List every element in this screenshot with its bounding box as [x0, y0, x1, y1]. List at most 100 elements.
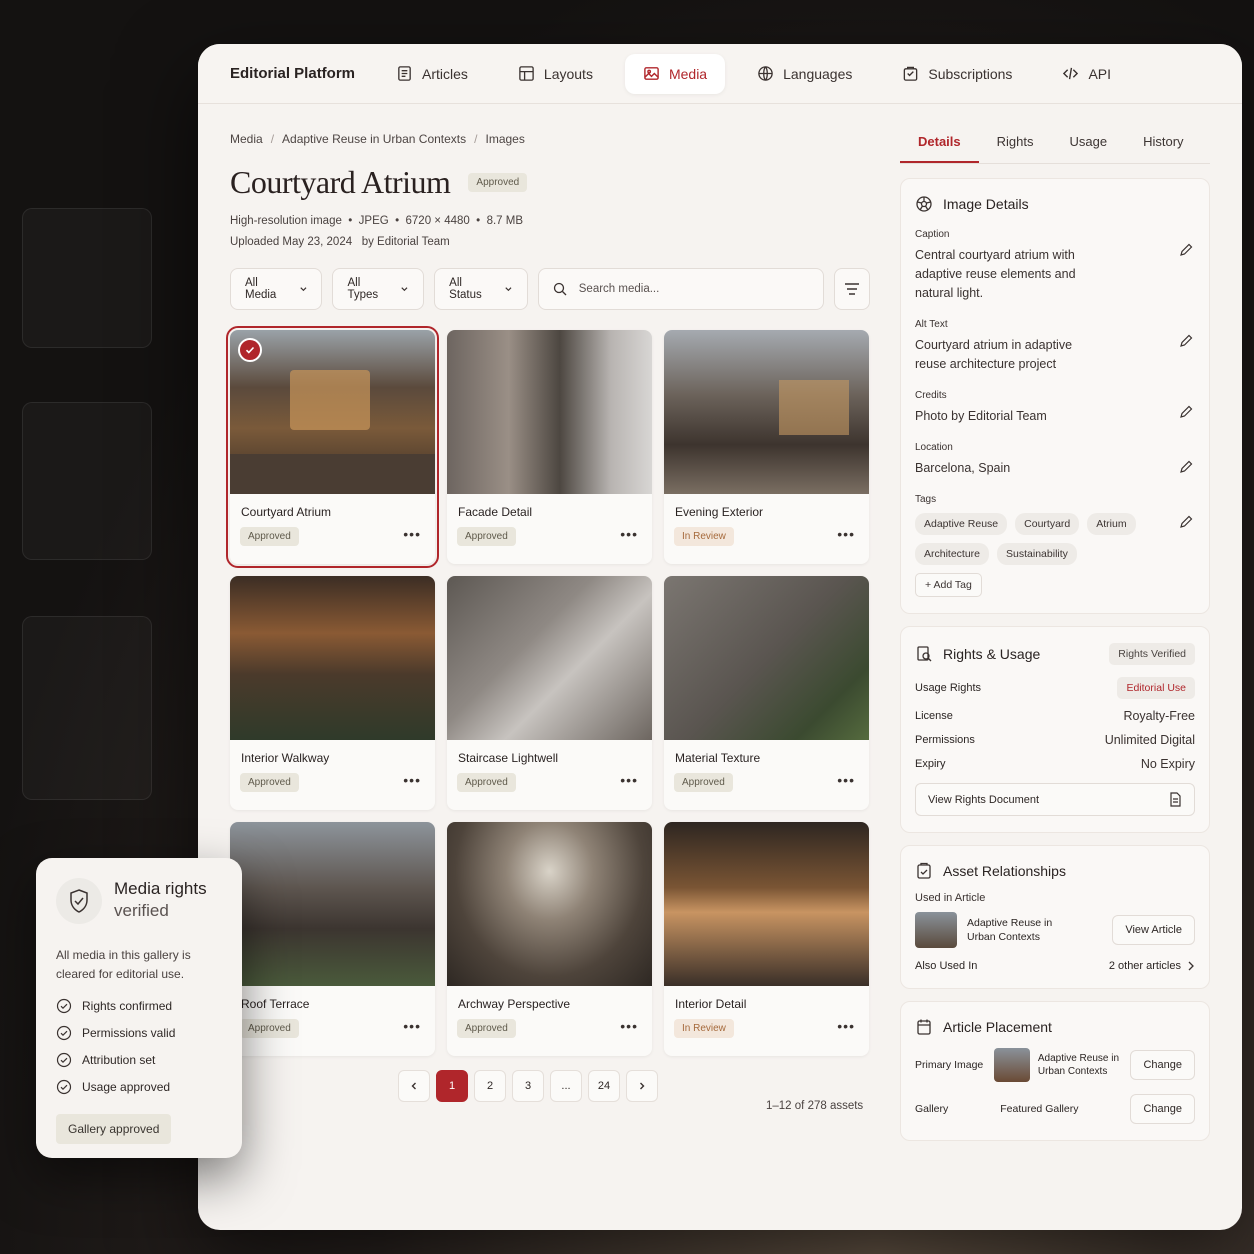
search-input[interactable]: Search media... [537, 268, 824, 310]
change-gallery-button[interactable]: Change [1130, 1094, 1195, 1124]
edit-caption-icon[interactable] [1179, 243, 1193, 257]
asset-relationships-panel: Asset Relationships Used in Article Adap… [900, 845, 1210, 989]
tag-chip[interactable]: Atrium [1087, 513, 1136, 535]
credits-label: Credits [915, 390, 947, 401]
checklist-label: Permissions valid [82, 1026, 176, 1040]
background-panel [22, 208, 152, 348]
status-badge: In Review [674, 527, 734, 546]
prev-page-button[interactable] [398, 1070, 430, 1102]
other-articles-text: 2 other articles [1108, 960, 1181, 972]
tag-chip[interactable]: Sustainability [997, 543, 1077, 565]
media-thumbnail [230, 576, 435, 740]
alt-text-label: Alt Text [915, 319, 948, 330]
more-options-icon[interactable]: ••• [620, 526, 638, 542]
more-options-icon[interactable]: ••• [403, 772, 421, 788]
tag-chip[interactable]: Adaptive Reuse [915, 513, 1008, 535]
media-card[interactable]: Interior Walkway Approved ••• [230, 576, 435, 810]
media-card[interactable]: Roof Terrace Approved ••• [230, 822, 435, 1056]
chevron-left-icon [411, 1082, 416, 1090]
check-circle-icon [56, 1052, 72, 1068]
media-card[interactable]: Material Texture Approved ••• [664, 576, 869, 810]
tab-history[interactable]: History [1125, 132, 1201, 163]
checklist-label: Usage approved [82, 1080, 171, 1094]
page-button[interactable]: 24 [588, 1070, 620, 1102]
other-articles-link[interactable]: 2 other articles [1109, 960, 1195, 972]
tag-chip[interactable]: Courtyard [1015, 513, 1080, 535]
rights-usage-panel: Rights & Usage Rights Verified Usage Rig… [900, 626, 1210, 833]
nav-articles[interactable]: Articles [378, 54, 486, 94]
tab-details[interactable]: Details [900, 132, 979, 163]
tags-label: Tags [915, 494, 937, 505]
edit-location-icon[interactable] [1179, 460, 1193, 474]
more-options-icon[interactable]: ••• [837, 526, 855, 542]
floater-subtitle: verified [114, 901, 169, 920]
gallery-approved-button[interactable]: Gallery approved [56, 1114, 172, 1144]
view-article-button[interactable]: View Article [1112, 915, 1195, 945]
media-card[interactable]: Staircase Lightwell Approved ••• [447, 576, 652, 810]
types-filter-dropdown[interactable]: All Types [332, 268, 425, 310]
status-filter-dropdown[interactable]: All Status [434, 268, 528, 310]
view-rights-document-button[interactable]: View Rights Document [915, 783, 1195, 816]
articles-icon [398, 66, 411, 81]
nav-layouts[interactable]: Layouts [500, 54, 611, 94]
more-options-icon[interactable]: ••• [403, 1018, 421, 1034]
card-title: Interior Detail [675, 997, 747, 1011]
media-card[interactable]: Interior Detail In Review ••• [664, 822, 869, 1056]
selected-check-icon [238, 338, 262, 362]
breadcrumb-link[interactable]: Adaptive Reuse in Urban Contexts [282, 132, 466, 146]
page-button[interactable]: 2 [474, 1070, 506, 1102]
button-label: View Rights Document [928, 793, 1040, 806]
status-badge: In Review [674, 1019, 734, 1038]
nav-label: Subscriptions [928, 65, 1013, 82]
verification-checklist: Rights confirmed Permissions valid Attri… [56, 998, 222, 1095]
expiry-label: Expiry [915, 758, 946, 770]
page-ellipsis: ... [550, 1070, 582, 1102]
tag-chip[interactable]: Architecture [915, 543, 990, 565]
tab-rights[interactable]: Rights [979, 132, 1052, 163]
license-label: License [915, 710, 953, 722]
next-page-button[interactable] [626, 1070, 658, 1102]
more-options-icon[interactable]: ••• [403, 526, 421, 542]
media-card[interactable]: Courtyard Atrium Approved ••• [226, 326, 439, 568]
location-label: Location [915, 442, 953, 453]
usage-rights-label: Usage Rights [915, 682, 982, 694]
status-badge: Approved [240, 527, 299, 546]
media-card[interactable]: Evening Exterior In Review ••• [664, 330, 869, 564]
media-card[interactable]: Archway Perspective Approved ••• [447, 822, 652, 1056]
layouts-icon [519, 66, 534, 81]
nav-label: Languages [783, 65, 853, 82]
primary-image-label: Primary Image [915, 1059, 984, 1071]
image-icon [644, 67, 659, 80]
nav-languages[interactable]: Languages [739, 54, 870, 94]
panel-heading: Asset Relationships [943, 863, 1066, 879]
status-badge: Approved [240, 1019, 299, 1038]
edit-credits-icon[interactable] [1179, 405, 1193, 419]
filter-options-button[interactable] [833, 268, 871, 310]
tab-usage[interactable]: Usage [1052, 132, 1126, 163]
nav-subscriptions[interactable]: Subscriptions [884, 54, 1030, 94]
card-title: Archway Perspective [458, 997, 571, 1011]
change-primary-button[interactable]: Change [1130, 1050, 1195, 1080]
media-thumbnail [664, 822, 869, 986]
edit-alt-text-icon[interactable] [1179, 334, 1193, 348]
article-thumbnail [915, 912, 957, 948]
page-button[interactable]: 1 [436, 1070, 468, 1102]
nav-media[interactable]: Media [624, 53, 726, 94]
caption-label: Caption [915, 229, 950, 240]
media-card[interactable]: Facade Detail Approved ••• [447, 330, 652, 564]
breadcrumb: Media / Adaptive Reuse in Urban Contexts… [230, 132, 870, 146]
background-panel [22, 402, 152, 560]
edit-tags-icon[interactable] [1179, 515, 1193, 529]
breadcrumb-separator: / [270, 132, 275, 146]
used-in-article-label: Used in Article [915, 892, 986, 904]
more-options-icon[interactable]: ••• [620, 772, 638, 788]
breadcrumb-link[interactable]: Media [230, 132, 263, 146]
page-button[interactable]: 3 [512, 1070, 544, 1102]
add-tag-button[interactable]: + Add Tag [915, 573, 982, 597]
more-options-icon[interactable]: ••• [620, 1018, 638, 1034]
media-filter-dropdown[interactable]: All Media [230, 268, 323, 310]
nav-api[interactable]: API [1044, 54, 1129, 94]
breadcrumb-separator: / [474, 132, 478, 146]
more-options-icon[interactable]: ••• [837, 772, 855, 788]
more-options-icon[interactable]: ••• [837, 1018, 855, 1034]
